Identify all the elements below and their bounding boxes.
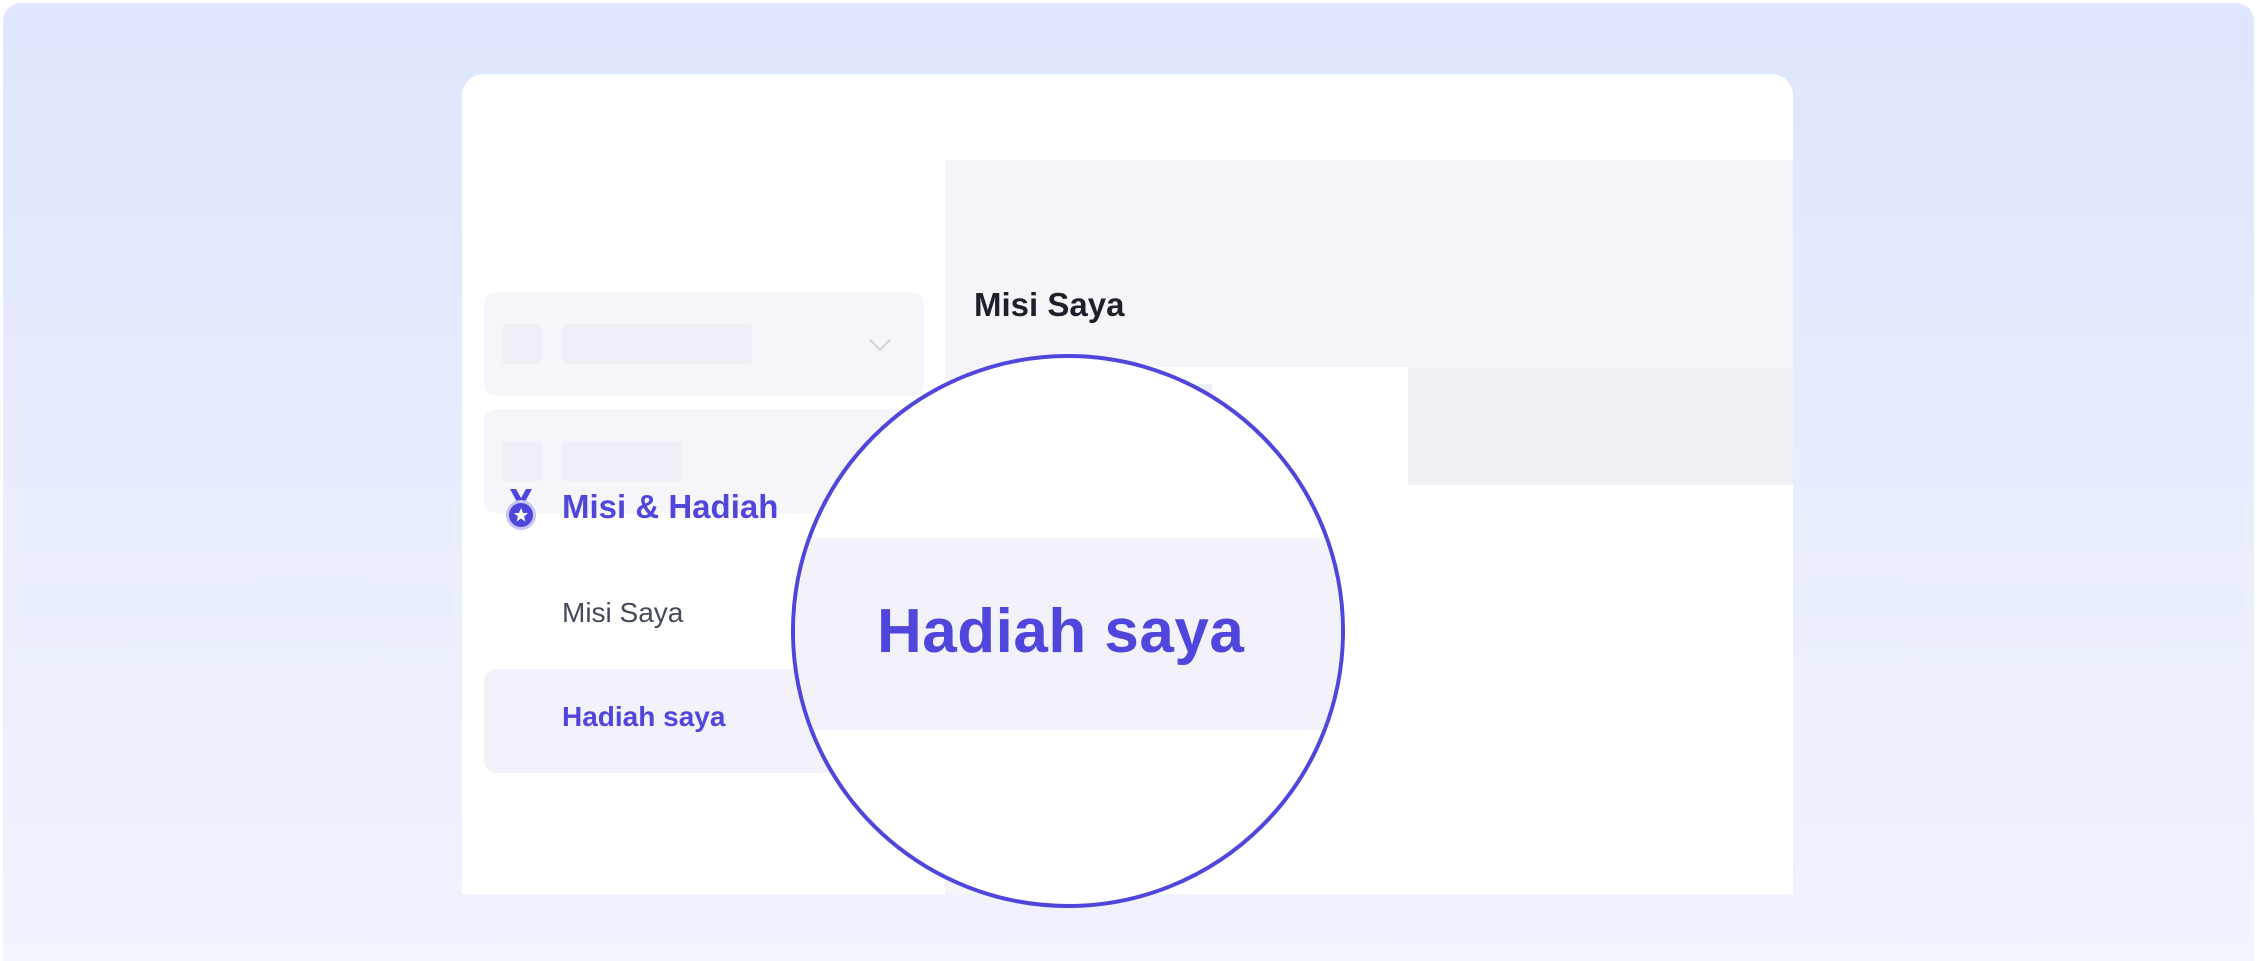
sidebar-item-hadiah-saya[interactable]: Hadiah saya: [562, 701, 725, 733]
chevron-down-icon: [868, 328, 892, 352]
sidebar-group-collapsed[interactable]: [484, 292, 924, 396]
sidebar-section-misi-hadiah[interactable]: Misi & Hadiah: [562, 488, 778, 526]
placeholder-icon: [502, 324, 542, 364]
magnifier-lens: Hadiah saya: [791, 354, 1345, 908]
window-header: [462, 74, 1793, 160]
magnified-label: Hadiah saya: [877, 597, 1245, 666]
content-panel: [1408, 367, 1793, 485]
medal-icon: [506, 489, 536, 530]
placeholder-label: [562, 441, 682, 481]
sidebar-item-misi-saya[interactable]: Misi Saya: [562, 597, 683, 629]
content-area: [1408, 485, 1793, 894]
placeholder-icon: [502, 441, 542, 481]
placeholder-label: [562, 324, 752, 364]
page-title: Misi Saya: [974, 286, 1125, 323]
